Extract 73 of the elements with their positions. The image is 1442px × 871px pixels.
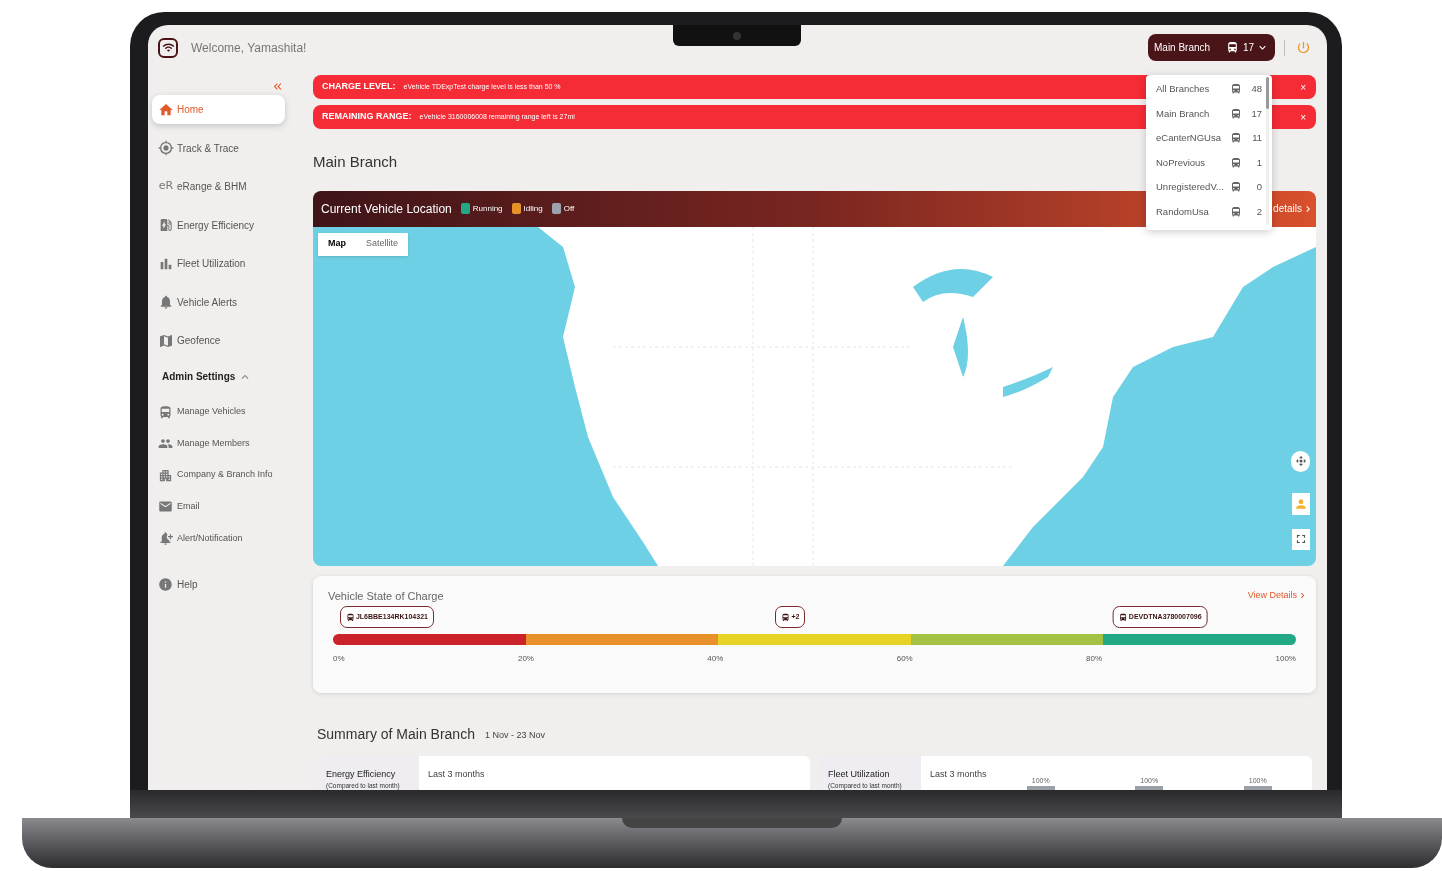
nav-item[interactable]: Manage Vehicles (152, 402, 285, 422)
nav-item[interactable]: Fleet Utilization (152, 249, 285, 278)
power-button[interactable] (1296, 40, 1311, 55)
nav-item[interactable]: Company & Branch Info (152, 465, 285, 485)
period-label: Last 3 months (428, 767, 485, 781)
branch-selector[interactable]: Main Branch 17 (1148, 34, 1275, 61)
fullscreen-button[interactable] (1292, 528, 1310, 550)
map-type-tab[interactable]: Map (318, 232, 356, 256)
branch-menu-item[interactable]: eCanterNGUsa 11 (1156, 126, 1262, 151)
branch-menu-item[interactable]: UnregisteredV... 0 (1156, 175, 1262, 200)
bus-icon (1230, 181, 1242, 194)
date-range: 1 Nov - 23 Nov (484, 729, 545, 742)
nav-item[interactable]: Energy Efficiency (152, 210, 285, 240)
bus-icon (781, 612, 791, 622)
info-icon (158, 576, 173, 592)
crosshair-icon (158, 140, 174, 156)
scale-tick: 60% (896, 653, 913, 665)
bus-icon (1225, 41, 1239, 54)
bus-icon (1230, 205, 1242, 218)
charging-station-icon (158, 217, 174, 233)
legend-label: Running (472, 202, 503, 215)
scale-tick: 20% (517, 653, 534, 665)
close-button[interactable]: × (1300, 109, 1306, 125)
welcome-text: Welcome, Yamashita! (191, 39, 307, 57)
section-title: Summary of Main Branch (317, 724, 475, 744)
street-view-button[interactable] (1292, 492, 1310, 515)
card-title: Fleet Utilization (828, 767, 890, 781)
bell-icon (158, 294, 174, 310)
branch-menu-item[interactable]: All Branches 48 (1156, 77, 1262, 102)
nav-item[interactable]: Geofence (152, 326, 285, 355)
nav-item[interactable]: Alert/Notification (152, 528, 285, 548)
bus-icon (1230, 83, 1242, 96)
branch-menu-item[interactable]: NoPrevious 1 (1156, 150, 1262, 175)
nav-item[interactable]: Vehicle Alerts (152, 287, 285, 317)
move-arrows-icon (1294, 455, 1307, 467)
bus-icon (1230, 156, 1242, 169)
bus-icon (1118, 612, 1128, 622)
scale-tick: 100% (1275, 653, 1296, 665)
bus-icon (158, 404, 173, 420)
nav-item[interactable]: Home (152, 95, 285, 124)
home-icon (158, 101, 174, 118)
branch-menu-item[interactable]: Main Branch 17 (1156, 101, 1262, 126)
details-link[interactable]: details (1273, 201, 1314, 216)
close-button[interactable]: × (1300, 79, 1306, 95)
map-type-tab[interactable]: Satellite (356, 232, 409, 256)
bell-plus-icon (158, 530, 173, 546)
map-icon (158, 332, 174, 349)
bus-icon (1230, 132, 1242, 145)
scale-tick: 40% (707, 653, 724, 665)
building-icon (158, 467, 173, 483)
nav-item[interactable]: eR eRange & BHM (152, 172, 285, 201)
period-label: Last 3 months (930, 767, 987, 781)
scale-tick: 80% (1086, 653, 1103, 665)
card-title: Vehicle State of Charge (328, 588, 444, 604)
logo-icon (158, 37, 178, 58)
legend-label: Idling (523, 202, 543, 215)
bus-icon (1230, 107, 1242, 120)
scale-tick: 0% (333, 653, 345, 665)
admin-settings-toggle[interactable]: Admin Settings (152, 366, 285, 387)
branch-menu-item[interactable]: RandomUsa 2 (1156, 199, 1262, 224)
nav-item[interactable]: Help (152, 574, 285, 595)
nav-item[interactable]: Track & Trace (152, 133, 285, 163)
card-title: Current Vehicle Location (321, 200, 452, 218)
fullscreen-icon (1294, 532, 1308, 546)
legend-label: Off (563, 202, 575, 215)
nav-item[interactable]: Email (152, 497, 285, 517)
mail-icon (158, 499, 173, 515)
view-details-link[interactable]: View Details (1247, 589, 1308, 603)
nav-item[interactable]: Manage Members (152, 434, 285, 454)
card-title: Energy Efficiency (326, 767, 396, 781)
double-chevron-left-icon (271, 80, 284, 93)
bus-icon (345, 612, 355, 622)
page-title: Main Branch (313, 152, 398, 172)
